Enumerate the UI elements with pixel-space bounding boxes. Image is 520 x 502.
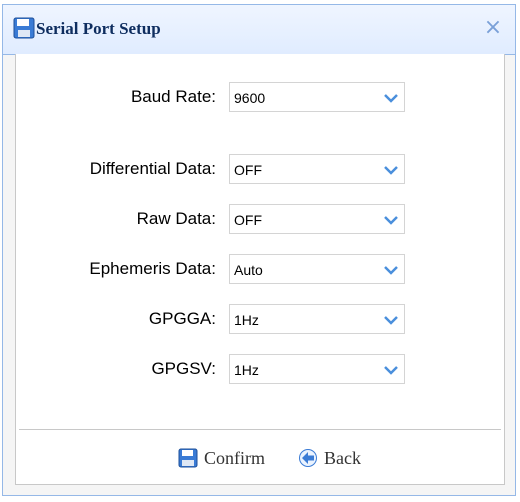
gpgsv-select[interactable]: 1Hz <box>229 354 405 384</box>
close-icon[interactable]: × <box>484 15 502 40</box>
gpgsv-value: 1Hz <box>234 362 259 378</box>
chevron-down-icon[interactable] <box>383 92 399 104</box>
raw-data-value: OFF <box>234 212 262 228</box>
field-baud-rate: Baud Rate: 9600 <box>16 82 504 112</box>
chevron-down-icon[interactable] <box>383 364 399 376</box>
confirm-button[interactable]: Confirm <box>178 445 265 471</box>
ephemeris-data-label: Ephemeris Data: <box>89 259 216 278</box>
chevron-down-icon[interactable] <box>383 164 399 176</box>
footer-divider <box>19 429 501 430</box>
differential-data-label: Differential Data: <box>89 159 216 178</box>
dialog-titlebar: Serial Port Setup × <box>3 5 515 55</box>
back-button[interactable]: Back <box>298 445 361 471</box>
field-raw-data: Raw Data: OFF <box>16 204 504 234</box>
ephemeris-data-select[interactable]: Auto <box>229 254 405 284</box>
baud-rate-label: Baud Rate: <box>130 87 216 106</box>
field-gpgsv: GPGSV: 1Hz <box>16 354 504 384</box>
differential-data-value: OFF <box>234 162 262 178</box>
baud-rate-select[interactable]: 9600 <box>229 82 405 112</box>
chevron-down-icon[interactable] <box>383 314 399 326</box>
confirm-label: Confirm <box>204 447 265 468</box>
raw-data-select[interactable]: OFF <box>229 204 405 234</box>
raw-data-label: Raw Data: <box>136 209 216 228</box>
baud-rate-value: 9600 <box>234 90 266 106</box>
back-label: Back <box>324 447 361 468</box>
differential-data-select[interactable]: OFF <box>229 154 405 184</box>
gpgga-value: 1Hz <box>234 312 259 328</box>
serial-port-setup-dialog: Serial Port Setup × Baud Rate: 9600 Diff… <box>2 4 516 496</box>
chevron-down-icon[interactable] <box>383 214 399 226</box>
ephemeris-data-value: Auto <box>234 262 263 278</box>
dialog-title: Serial Port Setup <box>36 19 161 38</box>
back-arrow-icon <box>299 449 317 467</box>
field-differential-data: Differential Data: OFF <box>16 154 504 184</box>
chevron-down-icon[interactable] <box>383 264 399 276</box>
close-button[interactable]: × <box>483 15 503 40</box>
gpgga-label: GPGGA: <box>148 309 216 328</box>
floppy-disk-icon <box>178 448 198 468</box>
floppy-disk-icon <box>13 17 35 39</box>
gpgga-select[interactable]: 1Hz <box>229 304 405 334</box>
field-ephemeris-data: Ephemeris Data: Auto <box>16 254 504 284</box>
field-gpgga: GPGGA: 1Hz <box>16 304 504 334</box>
dialog-content: Baud Rate: 9600 Differential Data: OFF R… <box>15 54 505 485</box>
gpgsv-label: GPGSV: <box>151 359 216 378</box>
